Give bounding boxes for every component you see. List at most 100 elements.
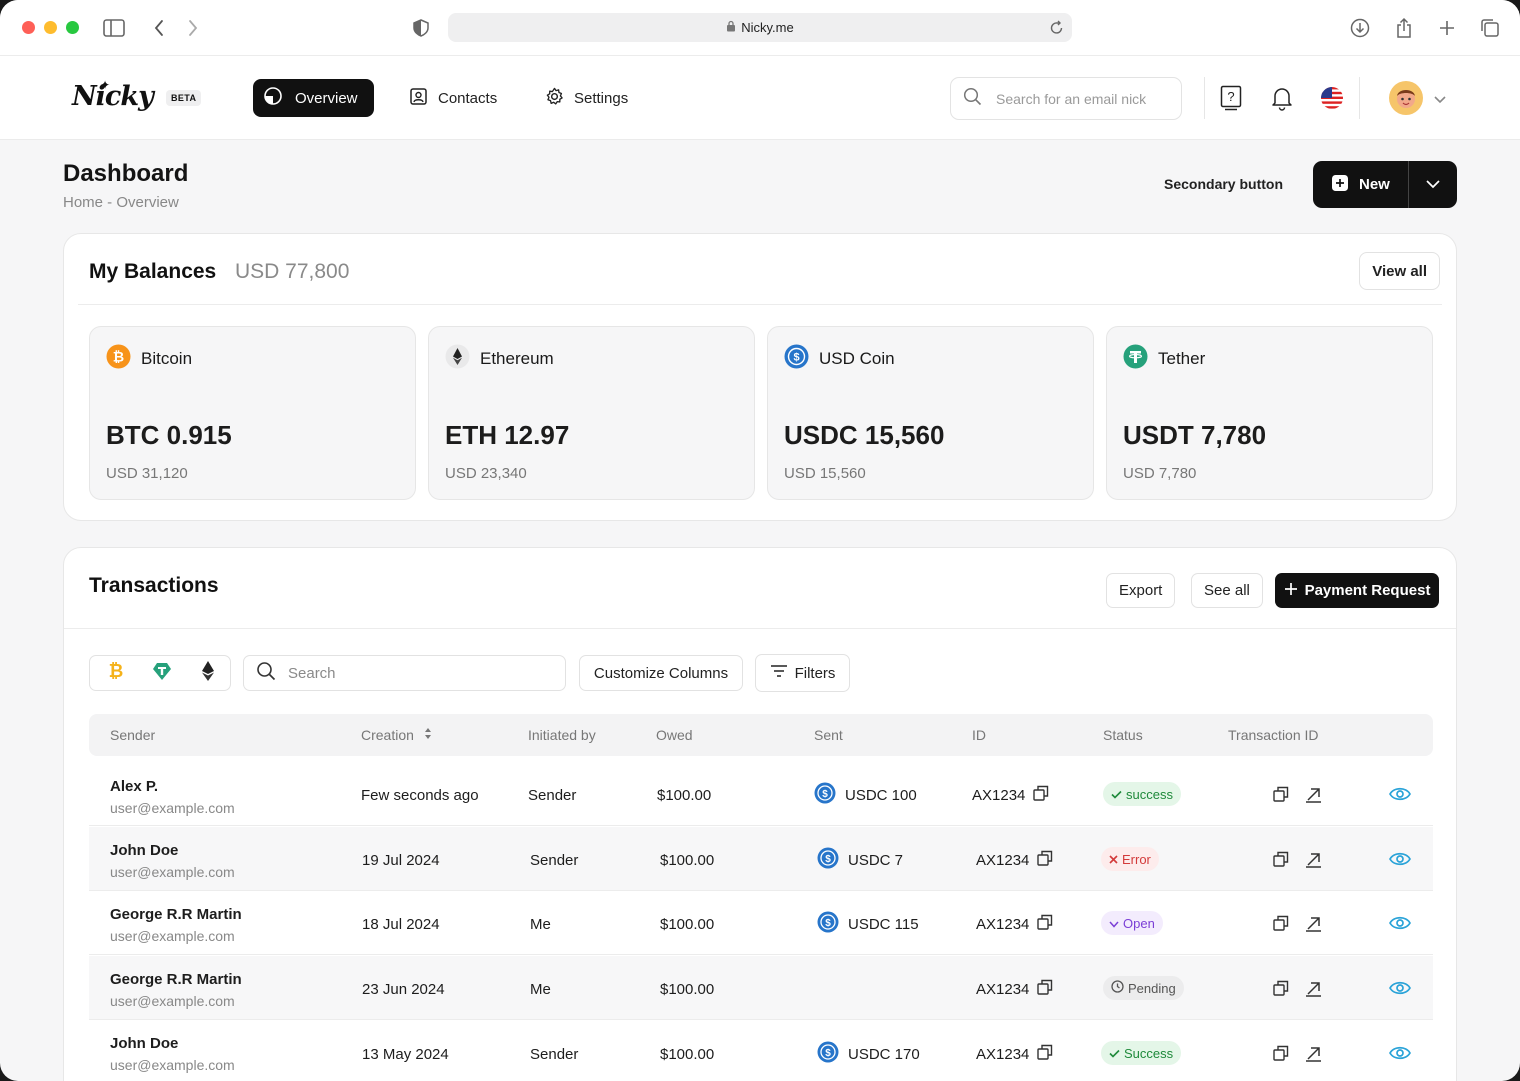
help-icon[interactable]: ? [1217,84,1245,112]
transactions-search-input[interactable] [288,664,548,682]
copy-icon[interactable] [1033,785,1049,805]
eye-icon[interactable] [1389,786,1411,802]
sender-email: user@example.com [110,800,235,816]
email-nick-search-input[interactable] [996,90,1166,107]
copy-icon[interactable] [1037,914,1053,934]
download-icon[interactable] [1348,16,1372,40]
close-window-button[interactable] [22,21,35,34]
external-link-icon[interactable] [1305,980,1322,997]
forward-icon[interactable] [181,16,205,40]
address-bar[interactable]: Nicky.me [448,13,1072,42]
column-header-sent[interactable]: Sent [814,727,843,743]
copy-icon[interactable] [1037,1044,1053,1064]
new-dropdown-button[interactable] [1409,161,1457,208]
table-row[interactable]: John Doe user@example.com 19 Jul 2024 Se… [89,827,1433,891]
sender-name: George R.R Martin [110,906,242,923]
external-link-icon[interactable] [1305,786,1322,803]
bitcoin-filter-chip[interactable]: ₿ [96,660,136,686]
ethereum-icon [197,660,219,687]
tabs-overview-icon[interactable] [1478,16,1502,40]
app-header: ✦ Nicky BETA Overview Contacts Settings [0,56,1520,140]
column-header-id[interactable]: ID [972,727,986,743]
chevron-down-icon [1425,176,1441,194]
reload-icon[interactable] [1050,19,1064,38]
nav-settings[interactable]: Settings [545,79,628,117]
new-tab-icon[interactable] [1435,16,1459,40]
breadcrumb[interactable]: Home - Overview [63,194,188,211]
copy-icon[interactable] [1037,850,1053,870]
status-label: Pending [1128,980,1176,996]
eye-icon[interactable] [1389,980,1411,996]
balance-card-tether[interactable]: Tether USDT 7,780 USD 7,780 [1106,326,1433,500]
divider [64,628,1456,629]
coin-usd-value: USD 31,120 [106,465,188,482]
copy-transaction-id-icon[interactable] [1273,980,1289,996]
copy-transaction-id-icon[interactable] [1273,851,1289,867]
external-link-icon[interactable] [1305,915,1322,932]
maximize-window-button[interactable] [66,21,79,34]
nav-contacts[interactable]: Contacts [409,79,497,117]
customize-columns-button[interactable]: Customize Columns [579,655,743,691]
sort-icon[interactable] [424,727,432,743]
eye-icon[interactable] [1389,915,1411,931]
svg-text:$: $ [822,789,828,800]
back-icon[interactable] [147,16,171,40]
new-button[interactable]: New [1313,161,1408,208]
balance-card-ethereum[interactable]: Ethereum ETH 12.97 USD 23,340 [428,326,755,500]
external-link-icon[interactable] [1305,1045,1322,1062]
header-search[interactable] [950,77,1182,120]
status-badge: success [1103,782,1181,806]
eye-icon[interactable] [1389,1045,1411,1061]
balance-card-bitcoin[interactable]: ₿ Bitcoin BTC 0.915 USD 31,120 [89,326,416,500]
filters-button[interactable]: Filters [755,654,850,692]
owed-cell: $100.00 [657,787,712,804]
table-row[interactable]: Alex P. user@example.com Few seconds ago… [89,762,1433,826]
external-link-icon[interactable] [1305,851,1322,868]
sender-name: John Doe [110,1035,179,1052]
initiated-by-cell: Sender [530,1046,579,1063]
secondary-button[interactable]: Secondary button [1164,176,1283,192]
ethereum-filter-chip[interactable] [188,660,228,686]
minimize-window-button[interactable] [44,21,57,34]
column-header-owed[interactable]: Owed [656,727,693,743]
svg-text:?: ? [1227,89,1234,104]
nicky-logo[interactable]: Nicky [72,81,154,112]
table-row[interactable]: John Doe user@example.com 13 May 2024 Se… [89,1020,1433,1081]
coin-usd-value: USD 15,560 [784,465,866,482]
column-header-creation[interactable]: Creation [361,727,432,743]
share-icon[interactable] [1392,16,1416,40]
copy-transaction-id-icon[interactable] [1273,1045,1289,1061]
chevron-down-icon[interactable] [1433,92,1447,110]
us-flag-icon[interactable] [1318,84,1346,112]
table-row[interactable]: George R.R Martin user@example.com 23 Ju… [89,956,1433,1020]
id-cell: AX1234 [972,785,1049,805]
usdc-icon: $ [817,847,839,873]
export-button[interactable]: Export [1106,573,1176,608]
coin-amount: USDC 15,560 [784,420,945,450]
svg-text:₿: ₿ [109,661,124,682]
column-header-initiated-by[interactable]: Initiated by [528,727,596,743]
see-all-button[interactable]: See all [1191,573,1263,608]
tether-filter-chip[interactable] [142,660,182,686]
transactions-search[interactable] [243,655,566,691]
status-badge: Pending [1103,976,1184,1000]
sidebar-toggle-icon[interactable] [102,16,126,40]
view-all-button[interactable]: View all [1359,252,1440,290]
column-header-transaction-id[interactable]: Transaction ID [1228,727,1319,743]
balance-card-usdc[interactable]: $ USD Coin USDC 15,560 USD 15,560 [767,326,1094,500]
copy-transaction-id-icon[interactable] [1273,786,1289,802]
column-header-status[interactable]: Status [1103,727,1143,743]
copy-transaction-id-icon[interactable] [1273,915,1289,931]
copy-icon[interactable] [1037,979,1053,999]
nav-overview[interactable]: Overview [253,79,374,117]
eye-icon[interactable] [1389,851,1411,867]
avatar[interactable] [1389,81,1423,120]
sent-cell: $ USDC 100 [814,782,917,808]
table-row[interactable]: George R.R Martin user@example.com 18 Ju… [89,891,1433,955]
payment-request-button[interactable]: Payment Request [1275,573,1439,608]
column-header-sender[interactable]: Sender [110,727,155,743]
shield-icon[interactable] [409,16,433,40]
bell-icon[interactable] [1268,84,1296,112]
svg-text:₿: ₿ [113,350,124,366]
owed-cell: $100.00 [660,981,715,998]
